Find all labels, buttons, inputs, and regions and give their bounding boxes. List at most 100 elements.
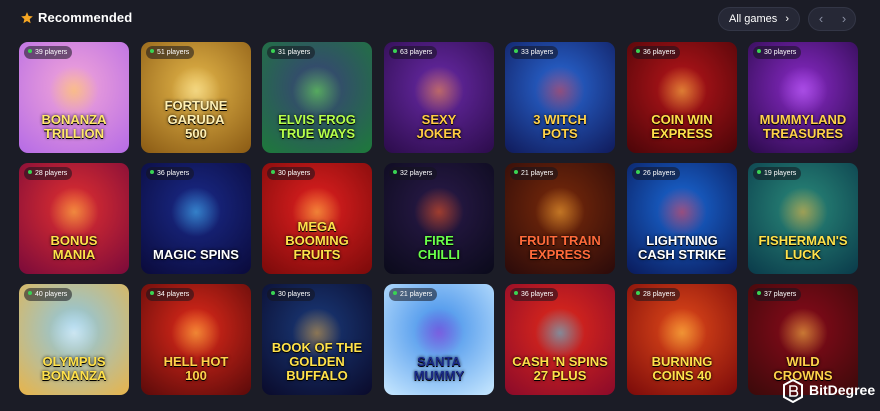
game-tile[interactable]: 51 players FORTUNE GARUDA 500 — [141, 42, 251, 153]
game-tile[interactable]: 30 players MEGA BOOMING FRUITS — [262, 163, 372, 274]
watermark-text: BitDegree — [809, 382, 876, 398]
players-badge: 37 players — [753, 288, 802, 301]
game-tile[interactable]: 21 players FRUIT TRAIN EXPRESS — [505, 163, 615, 274]
game-art-shape — [778, 66, 828, 116]
game-tile[interactable]: 19 players FISHERMAN'S LUCK — [748, 163, 858, 274]
players-count: 21 players — [400, 291, 433, 298]
players-count: 36 players — [157, 170, 190, 177]
game-tile[interactable]: 33 players 3 WITCH POTS — [505, 42, 615, 153]
all-games-button[interactable]: All games › — [718, 7, 800, 31]
game-title: COIN WIN EXPRESS — [651, 112, 713, 141]
all-games-label: All games — [729, 13, 778, 25]
players-badge: 28 players — [632, 288, 681, 301]
players-count: 36 players — [643, 49, 676, 56]
online-dot-icon — [393, 49, 397, 53]
star-icon — [21, 12, 33, 24]
players-count: 63 players — [400, 49, 433, 56]
game-title: SEXY JOKER — [416, 112, 462, 141]
next-arrow-button[interactable]: › — [832, 8, 856, 30]
game-art-shape — [171, 308, 221, 358]
game-tile[interactable]: 31 players ELVIS FROG TRUE WAYS — [262, 42, 372, 153]
game-title: OLYMPUS BONANZA — [41, 354, 107, 383]
game-art-shape — [49, 187, 99, 237]
online-dot-icon — [393, 291, 397, 295]
game-tile[interactable]: 36 players CASH 'N SPINS 27 PLUS — [505, 284, 615, 395]
players-badge: 34 players — [146, 288, 195, 301]
players-badge: 30 players — [753, 46, 802, 59]
game-tile[interactable]: 34 players HELL HOT 100 — [141, 284, 251, 395]
players-badge: 32 players — [389, 167, 438, 180]
game-art-shape — [535, 308, 585, 358]
players-count: 31 players — [278, 49, 311, 56]
players-count: 30 players — [764, 49, 797, 56]
game-art-shape — [49, 308, 99, 358]
players-count: 37 players — [764, 291, 797, 298]
players-badge: 21 players — [510, 167, 559, 180]
game-art-shape — [535, 66, 585, 116]
online-dot-icon — [514, 291, 518, 295]
online-dot-icon — [514, 170, 518, 174]
game-title: FIRE CHILLI — [418, 233, 460, 262]
players-count: 28 players — [35, 170, 68, 177]
game-title: FISHERMAN'S LUCK — [758, 233, 848, 262]
players-badge: 36 players — [146, 167, 195, 180]
online-dot-icon — [636, 49, 640, 53]
players-count: 40 players — [35, 291, 68, 298]
game-tile[interactable]: 36 players COIN WIN EXPRESS — [627, 42, 737, 153]
game-tile[interactable]: 32 players FIRE CHILLI — [384, 163, 494, 274]
game-tile[interactable]: 30 players MUMMYLAND TREASURES — [748, 42, 858, 153]
game-title: BOOK OF THE GOLDEN BUFFALO — [271, 340, 363, 383]
online-dot-icon — [28, 49, 32, 53]
players-count: 26 players — [643, 170, 676, 177]
players-count: 28 players — [643, 291, 676, 298]
game-tile[interactable]: 28 players BURNING COINS 40 — [627, 284, 737, 395]
players-badge: 30 players — [267, 167, 316, 180]
game-art-shape — [414, 308, 464, 358]
game-art-shape — [778, 187, 828, 237]
section-title: Recommended — [38, 10, 133, 25]
players-count: 19 players — [764, 170, 797, 177]
game-tile[interactable]: 39 players BONANZA TRILLION — [19, 42, 129, 153]
players-badge: 28 players — [24, 167, 73, 180]
game-art-shape — [171, 187, 221, 237]
game-art-shape — [414, 66, 464, 116]
online-dot-icon — [757, 170, 761, 174]
online-dot-icon — [28, 291, 32, 295]
game-title: BURNING COINS 40 — [651, 354, 713, 383]
online-dot-icon — [150, 291, 154, 295]
game-tile[interactable]: 40 players OLYMPUS BONANZA — [19, 284, 129, 395]
game-art-shape — [535, 187, 585, 237]
game-title: CASH 'N SPINS 27 PLUS — [512, 354, 608, 383]
prev-arrow-button[interactable]: ‹ — [809, 8, 833, 30]
game-title: BONUS MANIA — [50, 233, 98, 262]
players-badge: 63 players — [389, 46, 438, 59]
online-dot-icon — [636, 291, 640, 295]
game-tile[interactable]: 36 players MAGIC SPINS — [141, 163, 251, 274]
players-count: 36 players — [521, 291, 554, 298]
game-tile[interactable]: 63 players SEXY JOKER — [384, 42, 494, 153]
online-dot-icon — [271, 291, 275, 295]
game-title: HELL HOT 100 — [163, 354, 229, 383]
players-badge: 33 players — [510, 46, 559, 59]
online-dot-icon — [271, 49, 275, 53]
players-badge: 40 players — [24, 288, 73, 301]
game-title: MUMMYLAND TREASURES — [759, 112, 847, 141]
players-count: 21 players — [521, 170, 554, 177]
players-count: 33 players — [521, 49, 554, 56]
online-dot-icon — [514, 49, 518, 53]
game-art-shape — [292, 66, 342, 116]
game-tile[interactable]: 26 players LIGHTNING CASH STRIKE — [627, 163, 737, 274]
players-count: 51 players — [157, 49, 190, 56]
game-tile[interactable]: 21 players SANTA MUMMY — [384, 284, 494, 395]
online-dot-icon — [150, 170, 154, 174]
game-tile[interactable]: 30 players BOOK OF THE GOLDEN BUFFALO — [262, 284, 372, 395]
players-count: 32 players — [400, 170, 433, 177]
online-dot-icon — [150, 49, 154, 53]
online-dot-icon — [28, 170, 32, 174]
game-tile[interactable]: 28 players BONUS MANIA — [19, 163, 129, 274]
section-header: Recommended All games › ‹ › — [0, 0, 880, 38]
online-dot-icon — [636, 170, 640, 174]
game-title: LIGHTNING CASH STRIKE — [637, 233, 727, 262]
game-art-shape — [657, 66, 707, 116]
players-badge: 30 players — [267, 288, 316, 301]
